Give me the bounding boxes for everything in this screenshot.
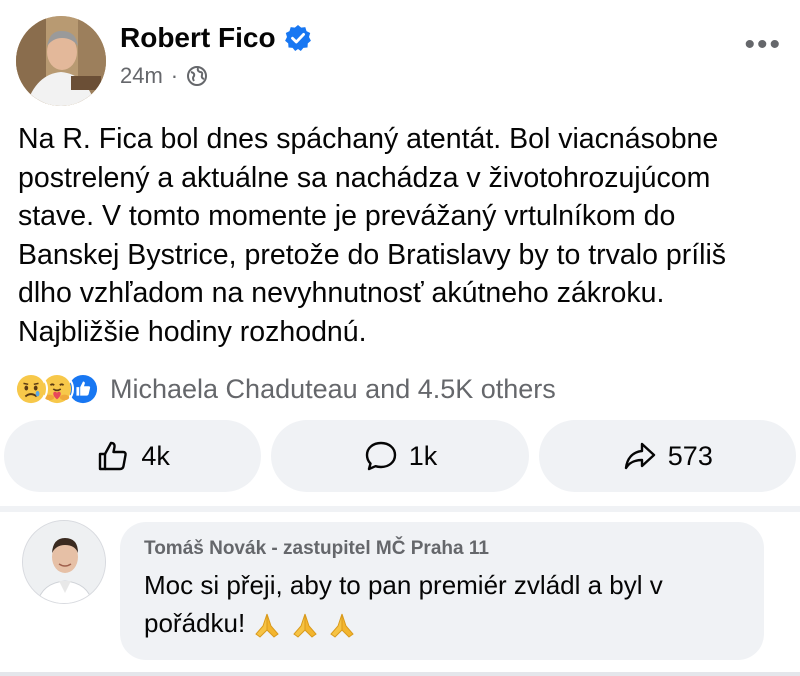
sad-icon: [14, 372, 48, 406]
post-text-line: postrelený a aktuálne sa nachádza v živo…: [18, 161, 711, 194]
section-divider: [0, 506, 800, 512]
post-text-line: stave. V tomto momente je prevážaný vrtu…: [18, 200, 676, 232]
thumbs-up-icon: [99, 441, 128, 471]
share-button[interactable]: 573: [538, 420, 796, 492]
share-arrow-icon: [624, 442, 655, 470]
reactions-summary[interactable]: Michaela Chaduteau and 4.5K others: [14, 372, 556, 406]
comment-bubble-icon: [365, 441, 396, 471]
author-name-row: Robert Fico: [120, 22, 312, 54]
post-text: Na R. Fica bol dnes spáchaný atentát. Bo…: [18, 120, 788, 351]
post-text-line: Najbližšie hodiny rozhodnú.: [18, 315, 367, 348]
comment-text-wrapper: Moc si přeji, aby to pan premiér zvládl …: [144, 566, 740, 642]
commenter-name[interactable]: Tomáš Novák - zastupitel MČ Praha 11: [144, 538, 740, 560]
pray-icon: [292, 613, 317, 638]
post-meta: 24m ·: [120, 63, 208, 89]
comment-text: Moc si přeji, aby to pan premiér zvládl …: [144, 570, 663, 638]
reactions-summary-text[interactable]: Michaela Chaduteau and 4.5K others: [110, 374, 556, 405]
post-text-line: Na R. Fica bol dnes spáchaný atentát. Bo…: [18, 123, 719, 155]
author-avatar[interactable]: [16, 16, 106, 106]
author-name[interactable]: Robert Fico: [120, 22, 276, 54]
meta-separator: ·: [170, 63, 179, 88]
verified-badge-icon: [284, 25, 311, 51]
comment-bubble[interactable]: Tomáš Novák - zastupitel MČ Praha 11 Moc…: [120, 522, 764, 660]
more-options-button[interactable]: •••: [744, 30, 782, 60]
pray-icon: [255, 613, 280, 638]
like-button[interactable]: 4k: [4, 420, 262, 492]
pray-icon: [330, 613, 354, 638]
share-count: 573: [667, 440, 713, 471]
post-actions: 4k 1k 573: [4, 420, 796, 492]
comment-button[interactable]: 1k: [271, 420, 529, 492]
comment-emojis: [252, 608, 356, 638]
bottom-divider: [0, 672, 800, 676]
post-text-line: Banskej Bystrice, pretože do Bratislavy …: [18, 238, 727, 271]
post-timestamp[interactable]: 24m: [120, 63, 163, 89]
post-text-line: dlho vzhľadom na nevyhnutnosť akútneho z…: [18, 277, 665, 309]
commenter-avatar[interactable]: [22, 520, 106, 604]
comment-count: 1k: [408, 440, 438, 471]
globe-icon: [187, 66, 208, 86]
post: Robert Fico 24m · ••• Na R. Fica bol dne…: [0, 0, 800, 500]
like-count: 4k: [141, 440, 170, 471]
